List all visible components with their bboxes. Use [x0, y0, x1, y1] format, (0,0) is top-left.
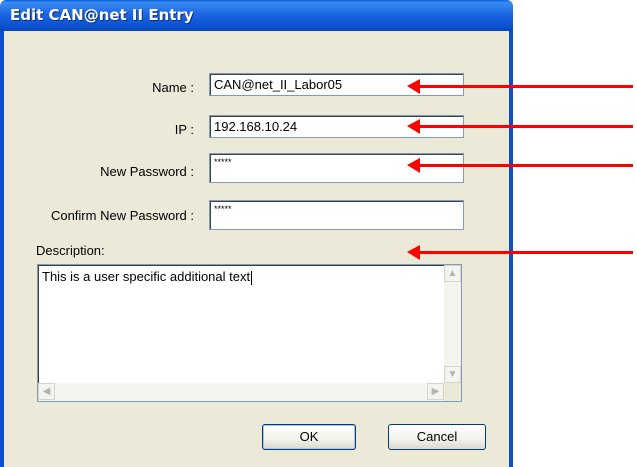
new-password-field[interactable]: ***** [209, 153, 464, 183]
scroll-left-arrow-icon[interactable]: ◀ [38, 383, 55, 400]
annotation-arrow-name [407, 79, 633, 94]
scroll-right-arrow-icon[interactable]: ▶ [427, 383, 444, 400]
ip-label: IP : [174, 122, 194, 137]
annotation-arrow-description [407, 245, 633, 260]
scroll-up-arrow-icon[interactable]: ▲ [444, 265, 461, 282]
confirm-password-label: Confirm New Password : [50, 208, 194, 223]
annotation-arrow-password [407, 158, 633, 173]
window-frame-right [509, 31, 513, 467]
vertical-scrollbar[interactable]: ▲ ▼ [444, 265, 461, 383]
horizontal-scrollbar[interactable]: ◀ ▶ [38, 383, 444, 401]
description-label: Description: [36, 243, 105, 258]
edit-entry-dialog: Edit CAN@net II Entry Name : CAN@net_II_… [0, 0, 513, 467]
dialog-title: Edit CAN@net II Entry [10, 6, 194, 24]
annotation-arrow-ip [407, 119, 633, 134]
title-bar[interactable]: Edit CAN@net II Entry [0, 0, 513, 31]
description-text: This is a user specific additional text [42, 269, 251, 284]
ok-button[interactable]: OK [262, 424, 356, 450]
confirm-password-field[interactable]: ***** [209, 200, 464, 230]
text-caret [251, 270, 253, 285]
scroll-down-arrow-icon[interactable]: ▼ [444, 366, 461, 383]
scrollbar-corner [444, 383, 461, 401]
description-textarea[interactable]: This is a user specific additional text … [37, 264, 462, 402]
description-text-wrap: This is a user specific additional text [42, 269, 253, 285]
name-label: Name : [152, 80, 194, 95]
new-password-label: New Password : [100, 164, 194, 179]
cancel-button[interactable]: Cancel [388, 424, 486, 450]
